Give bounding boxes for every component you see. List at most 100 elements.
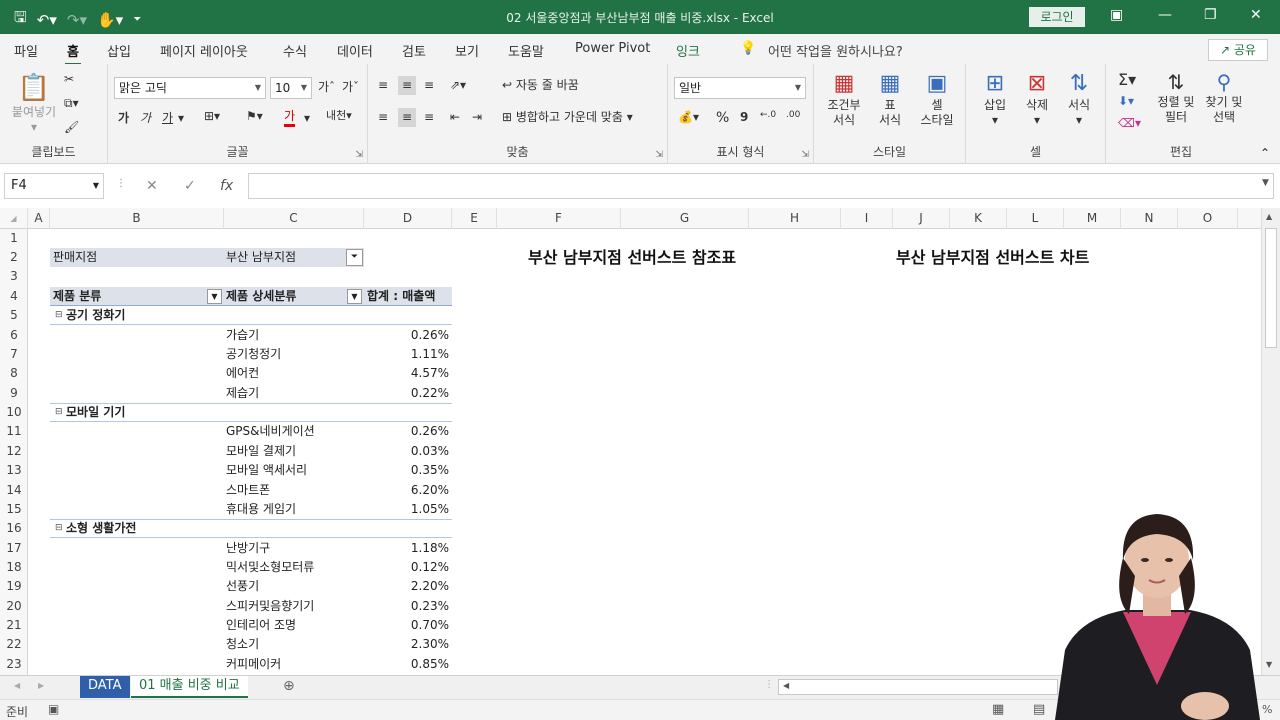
alignment-dialog-launcher-icon[interactable]: ⇲	[655, 150, 663, 160]
zoom-percent[interactable]: %	[1262, 703, 1272, 716]
row-header[interactable]: 21	[0, 616, 28, 635]
subcategory-filter-icon[interactable]: ▼	[347, 289, 362, 304]
underline-button[interactable]: 가	[162, 111, 173, 126]
column-header[interactable]: L	[1007, 208, 1064, 229]
sort-filter-button[interactable]: ⇅ 정렬 및 필터	[1152, 70, 1200, 125]
redo-icon[interactable]: ↷▾	[67, 11, 87, 29]
fill-color-icon[interactable]: ⚑▾	[246, 109, 263, 124]
column-header[interactable]: C	[224, 208, 364, 229]
font-color-dropdown-icon[interactable]: ▾	[304, 111, 310, 126]
orientation-icon[interactable]: ⇗▾	[450, 78, 466, 93]
undo-icon[interactable]: ↶▾	[37, 11, 57, 29]
tabs-splitter-icon[interactable]: ⋮	[764, 679, 774, 690]
column-header[interactable]: E	[452, 208, 497, 229]
comma-style-button[interactable]: 9	[740, 110, 748, 125]
row-header[interactable]: 2	[0, 248, 28, 267]
restore-icon[interactable]: ❐	[1204, 7, 1217, 23]
phonetic-button[interactable]: 내천▾	[326, 109, 352, 123]
grow-font-icon[interactable]: 가ˆ	[318, 80, 335, 95]
row-header[interactable]: 17	[0, 539, 28, 558]
share-button[interactable]: ↗ 공유	[1208, 39, 1268, 61]
column-header[interactable]: F	[497, 208, 621, 229]
tab-formulas[interactable]: 수식	[283, 41, 307, 60]
italic-button[interactable]: 가	[140, 111, 151, 126]
page-layout-view-icon[interactable]: ▤	[1033, 702, 1045, 717]
scroll-up-icon[interactable]: ▲	[1266, 212, 1272, 221]
column-header[interactable]: J	[893, 208, 950, 229]
column-header[interactable]: H	[749, 208, 841, 229]
decrease-decimal-icon[interactable]: .00	[786, 110, 800, 121]
collapse-toggle-icon[interactable]: ⊟	[55, 519, 63, 538]
tab-view[interactable]: 보기	[455, 41, 479, 60]
collapse-toggle-icon[interactable]: ⊟	[55, 403, 63, 422]
underline-dropdown-icon[interactable]: ▾	[178, 111, 184, 126]
name-box[interactable]: F4 ▼	[4, 173, 104, 199]
conditional-formatting-button[interactable]: ▦ 조건부 서식	[822, 70, 866, 128]
ribbon-display-options-icon[interactable]: ▣	[1110, 7, 1123, 23]
insert-cells-button[interactable]: ⊞ 삽입 ▾	[976, 70, 1014, 128]
scroll-thumb[interactable]	[1265, 228, 1277, 348]
row-header[interactable]: 23	[0, 655, 28, 674]
horizontal-scrollbar[interactable]: ◀	[778, 679, 1058, 695]
row-header[interactable]: 16	[0, 519, 28, 538]
row-header[interactable]: 10	[0, 403, 28, 422]
collapse-ribbon-icon[interactable]: ⌃	[1260, 146, 1270, 160]
category-filter-icon[interactable]: ▼	[207, 289, 222, 304]
sheet-tab-data[interactable]: DATA	[80, 676, 130, 698]
tab-data[interactable]: 데이터	[337, 41, 373, 60]
row-header[interactable]: 11	[0, 422, 28, 441]
tab-insert[interactable]: 삽입	[107, 41, 131, 60]
tab-review[interactable]: 검토	[402, 41, 426, 60]
tab-page-layout[interactable]: 페이지 레이아웃	[160, 41, 248, 60]
font-name-dropdown[interactable]: 맑은 고딕 ▼	[114, 77, 266, 99]
prev-sheet-icon[interactable]: ◀	[14, 681, 20, 690]
column-header[interactable]: K	[950, 208, 1007, 229]
bold-button[interactable]: 가	[118, 111, 129, 126]
row-header[interactable]: 7	[0, 345, 28, 364]
format-as-table-button[interactable]: ▦ 표 서식	[868, 70, 912, 128]
tab-ink[interactable]: 잉크	[676, 41, 700, 60]
tab-help[interactable]: 도움말	[508, 41, 544, 60]
close-icon[interactable]: ✕	[1250, 7, 1262, 23]
scroll-down-icon[interactable]: ▼	[1266, 660, 1272, 669]
vertical-scrollbar[interactable]: ▲ ▼	[1261, 208, 1280, 675]
cell-styles-button[interactable]: ▣ 셀 스타일	[912, 70, 962, 128]
customize-qat-icon[interactable]: ⏷	[133, 14, 141, 25]
number-dialog-launcher-icon[interactable]: ⇲	[801, 150, 809, 160]
column-header[interactable]: B	[50, 208, 224, 229]
paste-button[interactable]: 📋 붙여넣기 ▾	[8, 72, 60, 135]
borders-icon[interactable]: ⊞▾	[204, 109, 220, 124]
merge-center-button[interactable]: ⊞ 병합하고 가운데 맞춤 ▾	[502, 110, 633, 125]
login-button[interactable]: 로그인	[1029, 7, 1085, 27]
row-header[interactable]: 14	[0, 481, 28, 500]
number-format-dropdown[interactable]: 일반 ▼	[674, 77, 806, 99]
row-header[interactable]: 18	[0, 558, 28, 577]
align-middle-icon[interactable]: ≡	[398, 76, 417, 95]
row-header[interactable]: 4	[0, 287, 28, 306]
decrease-indent-icon[interactable]: ⇤	[450, 110, 460, 125]
row-header[interactable]: 13	[0, 461, 28, 480]
row-header[interactable]: 15	[0, 500, 28, 519]
save-icon[interactable]: 🖫	[14, 7, 27, 32]
normal-view-icon[interactable]: ▦	[992, 702, 1004, 717]
tell-me-search[interactable]: 어떤 작업을 원하시나요?	[768, 41, 903, 60]
scroll-left-icon[interactable]: ◀	[783, 681, 789, 690]
row-header[interactable]: 20	[0, 597, 28, 616]
row-header[interactable]: 9	[0, 384, 28, 403]
percent-button[interactable]: %	[716, 110, 729, 128]
tab-file[interactable]: 파일	[14, 41, 38, 60]
font-dialog-launcher-icon[interactable]: ⇲	[355, 150, 363, 160]
align-left-icon[interactable]: ≡	[378, 110, 388, 125]
align-center-icon[interactable]: ≡	[398, 108, 417, 127]
add-sheet-icon[interactable]: ⊕	[283, 678, 295, 694]
row-header[interactable]: 22	[0, 635, 28, 654]
column-header[interactable]: M	[1064, 208, 1121, 229]
wrap-text-button[interactable]: ↩ 자동 줄 바꿈	[502, 78, 579, 93]
touch-mode-icon[interactable]: ✋▾	[97, 11, 123, 29]
align-bottom-icon[interactable]: ≡	[424, 78, 434, 93]
delete-cells-button[interactable]: ⊠ 삭제 ▾	[1018, 70, 1056, 128]
insert-function-icon[interactable]: fx	[220, 178, 233, 194]
format-painter-icon[interactable]: 🖌	[64, 120, 79, 135]
column-header[interactable]: O	[1178, 208, 1238, 229]
column-header[interactable]: G	[621, 208, 749, 229]
